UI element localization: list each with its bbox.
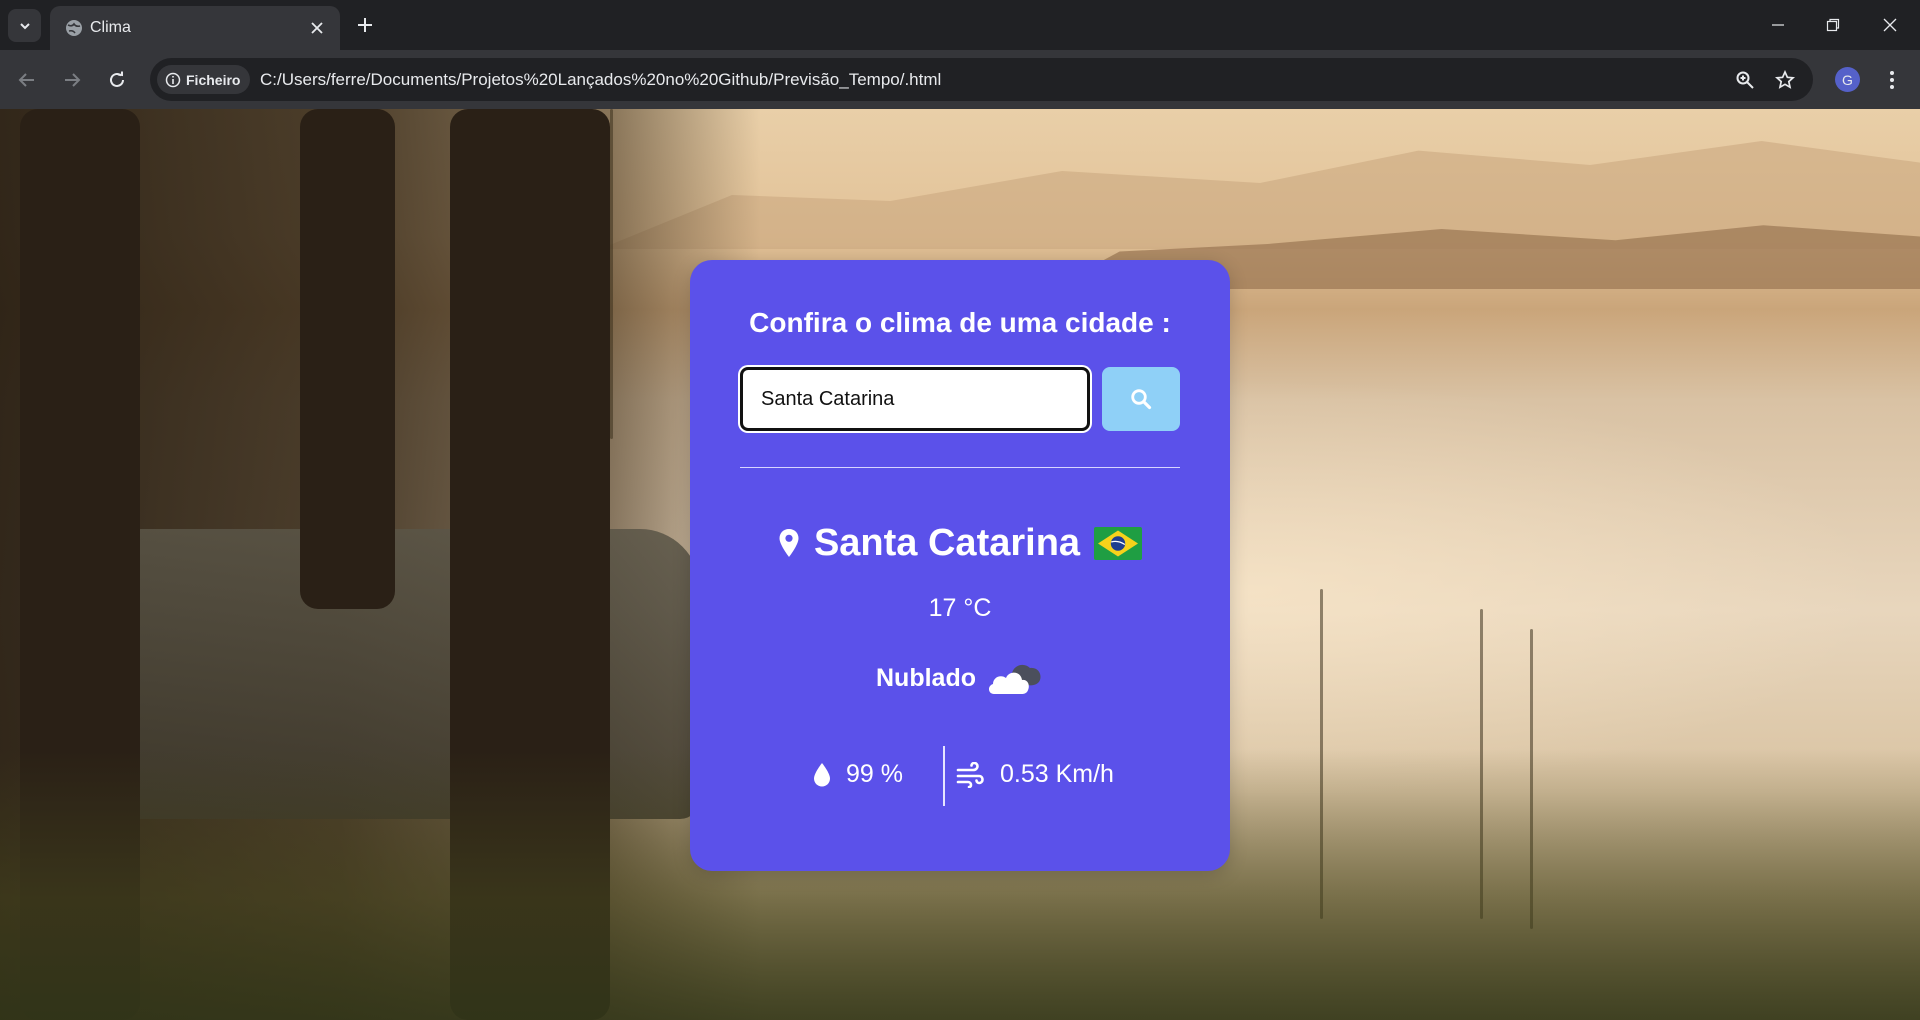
section-divider: [740, 467, 1180, 468]
tree-trunk: [300, 109, 395, 609]
arrow-left-icon: [18, 73, 34, 87]
page-title: Confira o clima de uma cidade :: [749, 307, 1171, 338]
profile-avatar[interactable]: G: [1835, 67, 1860, 92]
globe-icon: [66, 20, 82, 36]
city-name: Santa Catarina: [813, 521, 1081, 564]
tab-title: Clima: [90, 19, 131, 36]
wind-value: 0.53 Km/h: [1000, 760, 1114, 788]
new-tab-button[interactable]: [352, 12, 378, 38]
browser-menu-button[interactable]: [1880, 66, 1904, 94]
info-icon: [165, 72, 181, 87]
site-info-chip[interactable]: Ficheiro: [157, 65, 251, 94]
star-icon: [1775, 70, 1795, 89]
more-vertical-icon: [1890, 71, 1894, 89]
bookmark-button[interactable]: [1773, 68, 1797, 92]
reload-icon: [110, 71, 124, 87]
zoom-icon: [1736, 71, 1754, 89]
city-row: Santa Catarina: [690, 520, 1230, 566]
plus-icon: [358, 18, 372, 32]
city-search-input[interactable]: [740, 367, 1090, 431]
forward-button[interactable]: [56, 64, 88, 96]
minimize-button[interactable]: [1755, 8, 1801, 42]
humidity-value: 99 %: [846, 760, 903, 788]
cloud-icon: [988, 664, 1041, 694]
location-pin-icon: [779, 529, 799, 557]
restore-icon: [1826, 18, 1840, 32]
site-chip-label: Ficheiro: [186, 71, 241, 88]
back-button[interactable]: [11, 64, 43, 96]
water-drop-icon: [814, 762, 830, 786]
reed: [610, 109, 613, 439]
zoom-button[interactable]: [1733, 68, 1757, 92]
details-divider: [943, 746, 945, 806]
restore-button[interactable]: [1810, 8, 1856, 42]
weather-details: 99 % 0.53 Km/h: [690, 746, 1230, 806]
chevron-down-icon: [19, 22, 30, 29]
url-text[interactable]: C:/Users/ferre/Documents/Projetos%20Lanç…: [260, 70, 941, 90]
search-button[interactable]: [1102, 367, 1180, 431]
brazil-flag-icon: [1094, 526, 1143, 560]
close-icon: [1883, 18, 1897, 32]
weather-condition: Nublado: [876, 663, 976, 692]
close-icon: [311, 22, 323, 34]
humidity-info: 99 %: [812, 760, 903, 789]
browser-toolbar: Ficheiro C:/Users/ferre/Documents/Projet…: [0, 50, 1920, 109]
close-window-button[interactable]: [1867, 8, 1913, 42]
tab-close-button[interactable]: [306, 17, 328, 39]
browser-tab-active[interactable]: Clima: [50, 6, 340, 50]
reload-button[interactable]: [101, 64, 133, 96]
browser-tab-bar: Clima: [0, 0, 1920, 50]
temperature: 17 °C: [928, 594, 992, 622]
wind-info: 0.53 Km/h: [956, 760, 1114, 789]
arrow-right-icon: [65, 73, 81, 87]
minimize-icon: [1772, 24, 1784, 26]
address-bar[interactable]: Ficheiro C:/Users/ferre/Documents/Projet…: [150, 58, 1813, 101]
condition-row: Nublado: [690, 656, 1230, 700]
search-icon: [1131, 389, 1152, 410]
tab-search-button[interactable]: [8, 9, 41, 42]
wind-icon: [956, 761, 984, 788]
